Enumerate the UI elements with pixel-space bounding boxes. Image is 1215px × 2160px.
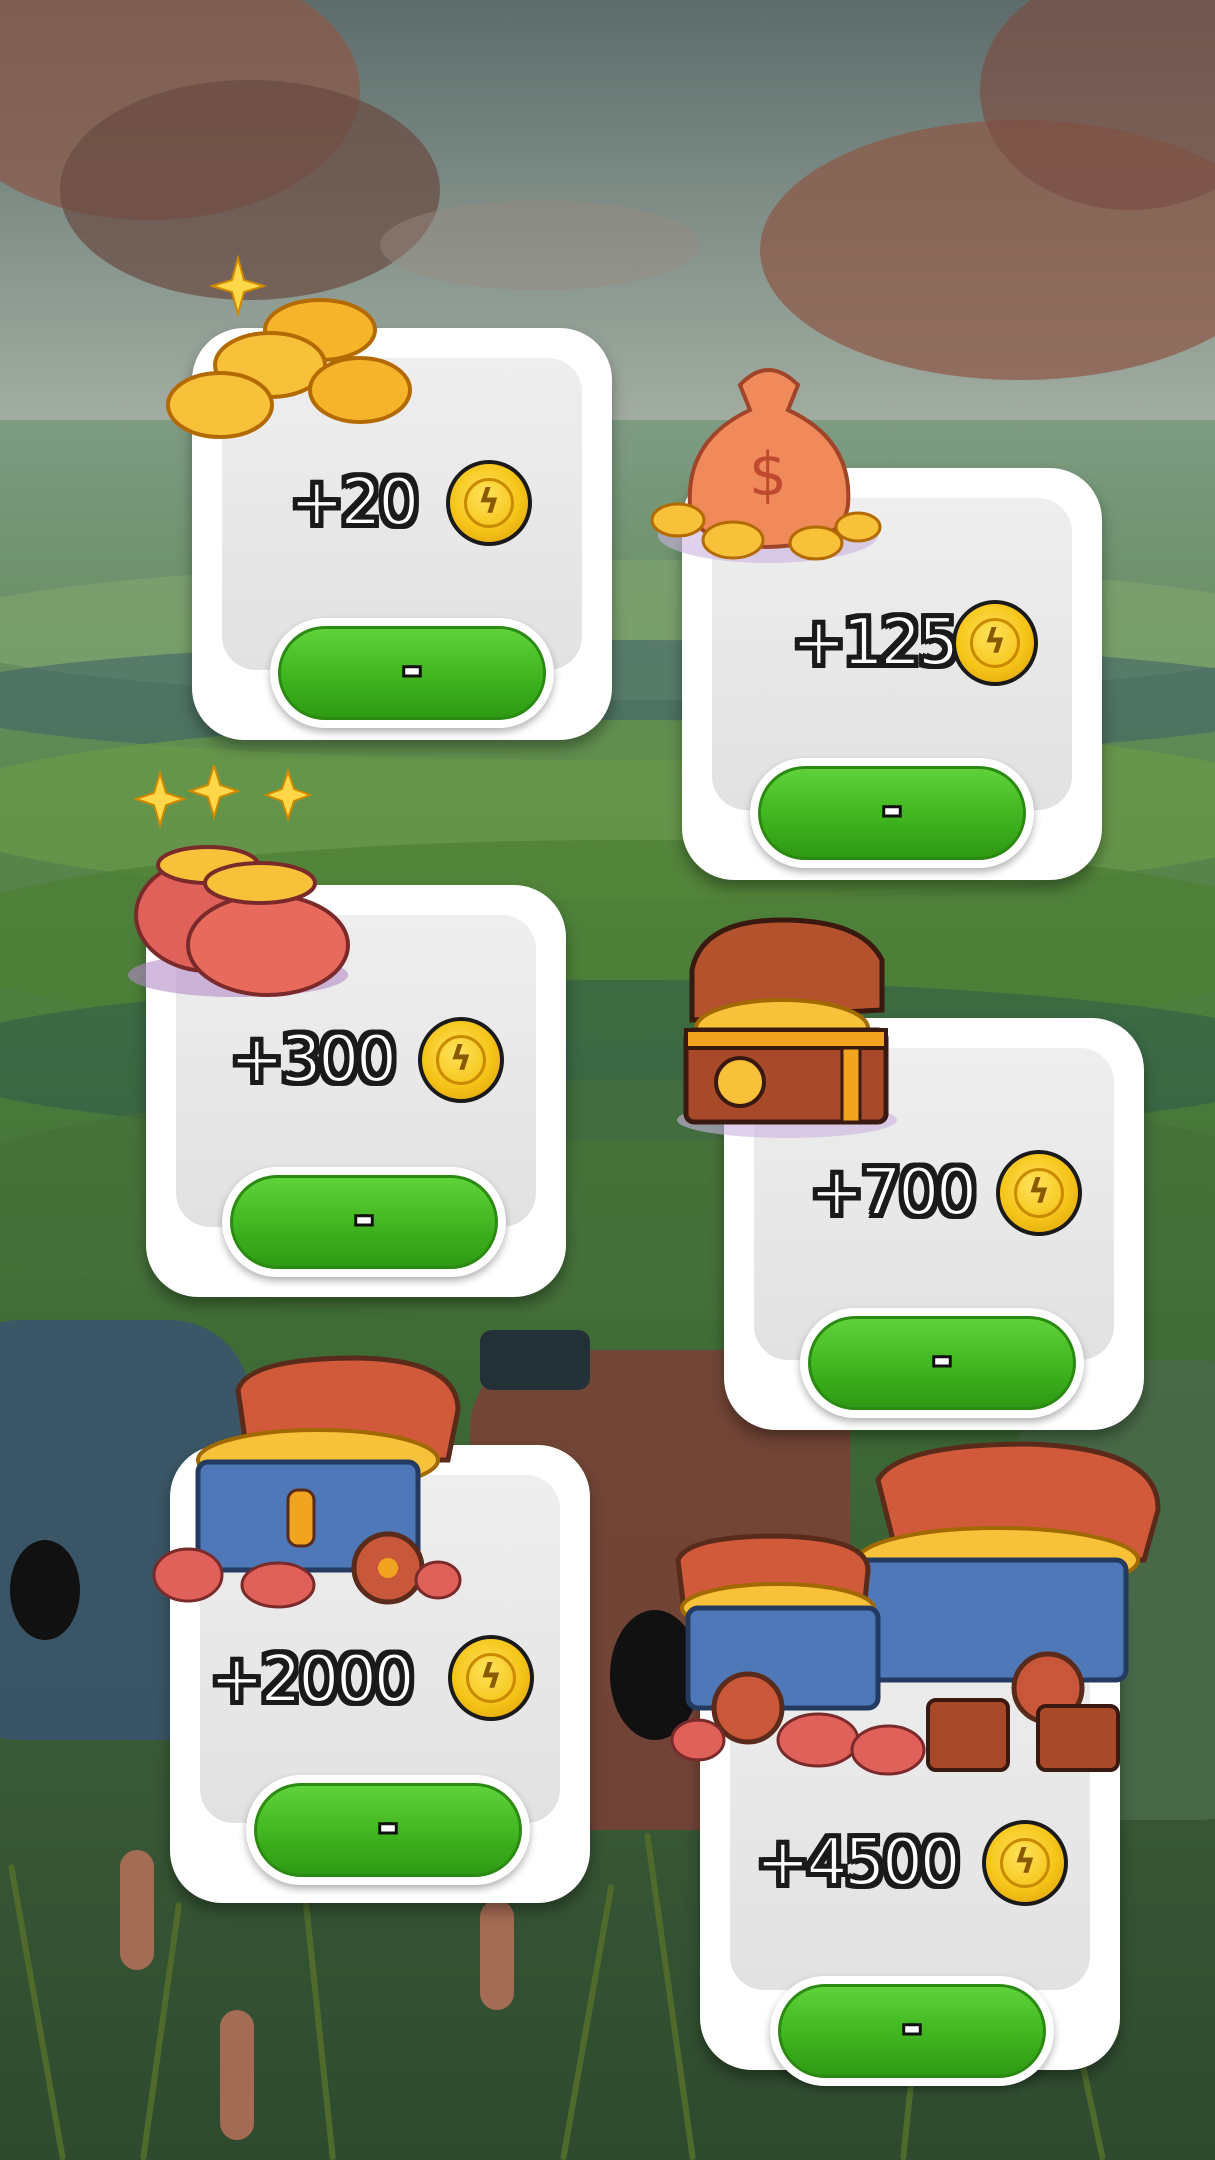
offer-amount: +2000	[209, 1642, 415, 1718]
buy-button-label: -	[932, 1334, 952, 1385]
treasure-cart-icon	[152, 1355, 462, 1609]
gold-coin-icon: ϟ	[446, 460, 532, 546]
gold-coin-icon: ϟ	[418, 1017, 504, 1103]
gold-coin-icon: ϟ	[996, 1150, 1082, 1236]
coin-pouches-icon	[128, 765, 350, 997]
gold-coin-icon: ϟ	[448, 1635, 534, 1721]
offer-amount: +300	[229, 1022, 398, 1098]
buy-button[interactable]: -	[222, 1167, 506, 1277]
buy-button[interactable]: -	[800, 1308, 1084, 1418]
buy-button[interactable]: -	[770, 1976, 1054, 2086]
buy-button[interactable]: -	[750, 758, 1034, 868]
money-bag-icon: $	[650, 368, 882, 563]
offer-amount: +20	[289, 465, 420, 541]
buy-button-label: -	[882, 784, 902, 835]
buy-button-label: -	[402, 644, 422, 695]
coin-pile-icon	[166, 254, 412, 439]
gold-coin-icon: ϟ	[952, 600, 1038, 686]
gold-coin-icon: ϟ	[982, 1820, 1068, 1906]
treasure-hoard-icon	[670, 1441, 1161, 1776]
buy-button-label: -	[378, 1801, 398, 1852]
buy-button-label: -	[354, 1193, 374, 1244]
svg-text:$: $	[749, 440, 787, 510]
treasure-chest-icon	[677, 917, 897, 1138]
offer-amount: +700	[809, 1155, 978, 1231]
buy-button[interactable]: -	[246, 1775, 530, 1885]
offer-amount: +4500	[755, 1825, 961, 1901]
buy-button-label: -	[902, 2002, 922, 2053]
buy-button[interactable]: -	[270, 618, 554, 728]
offer-amount: +125	[791, 605, 960, 681]
